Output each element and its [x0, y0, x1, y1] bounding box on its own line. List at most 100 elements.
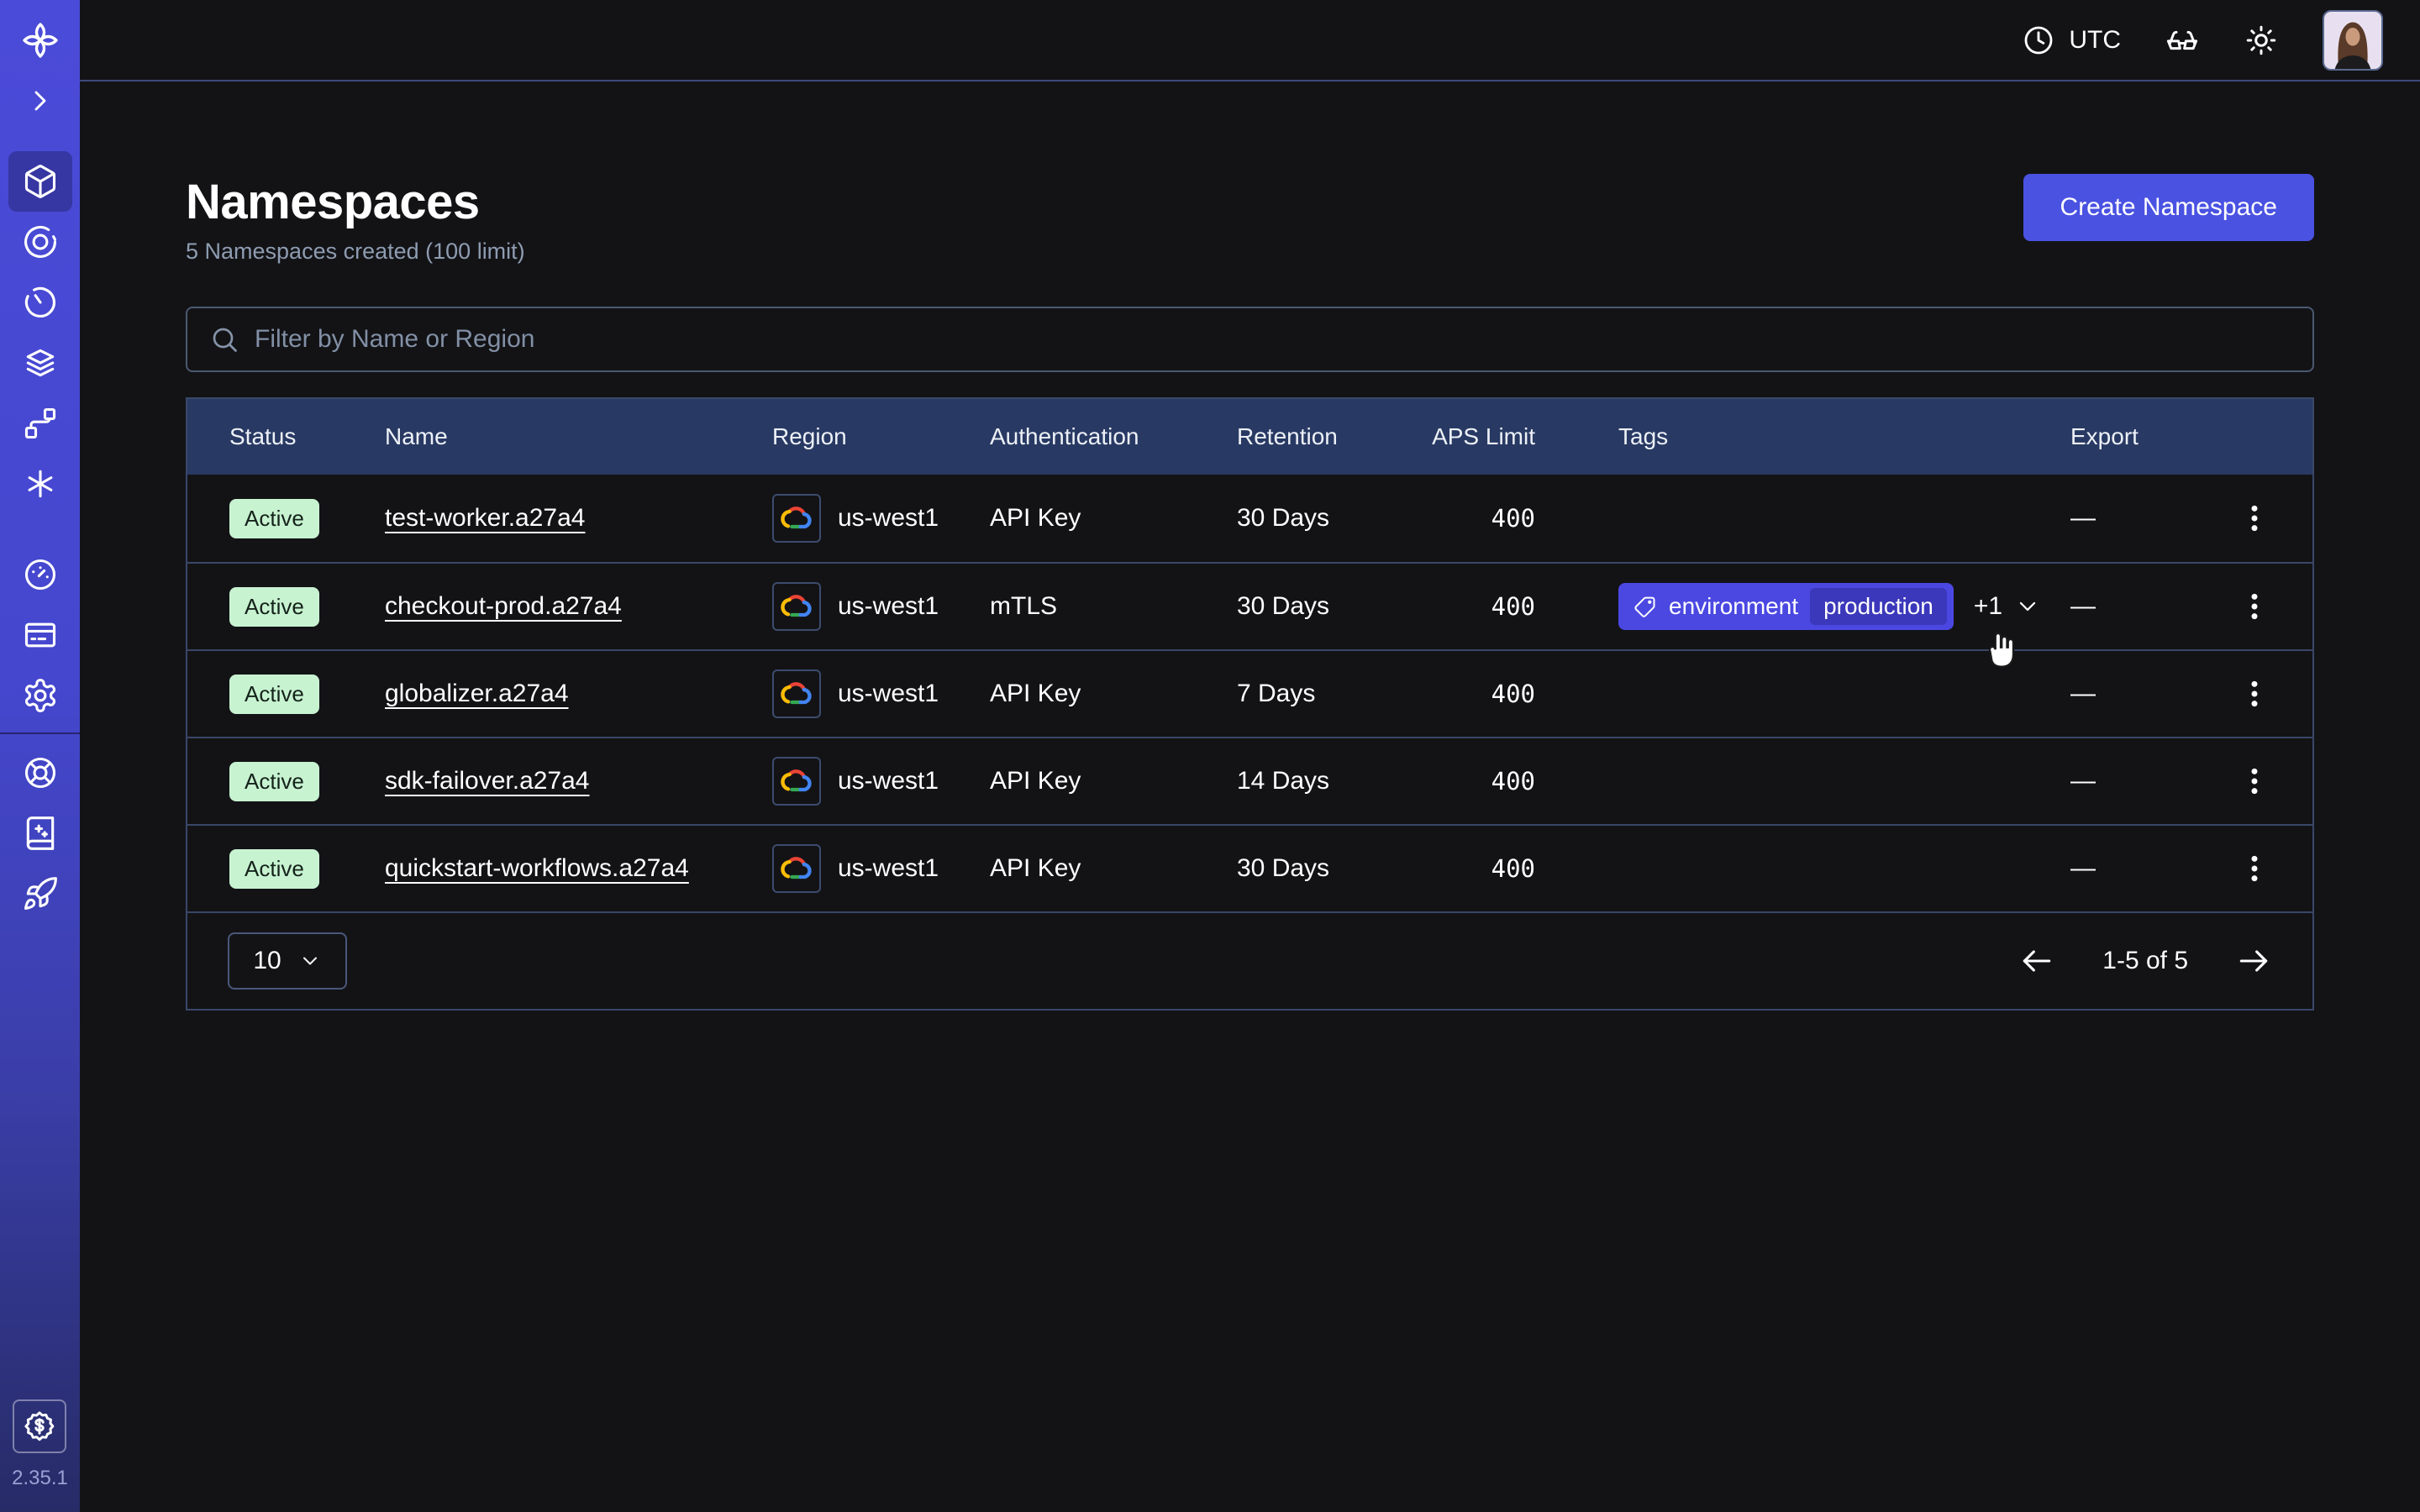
- layers-icon: [22, 344, 59, 381]
- table-row: Active checkout-prod.a27a4 us-west1 mTLS…: [187, 562, 2312, 649]
- sidebar: 2.35.1: [0, 0, 80, 1512]
- namespace-link[interactable]: checkout-prod.a27a4: [385, 592, 622, 620]
- timezone-label: UTC: [2069, 26, 2121, 55]
- region-label: us-west1: [838, 854, 939, 883]
- status-badge: Active: [229, 587, 319, 627]
- clock-icon: [2022, 24, 2055, 57]
- app-version: 2.35.1: [12, 1467, 68, 1490]
- row-menu-button[interactable]: [2196, 677, 2312, 711]
- sidebar-item-services[interactable]: [8, 454, 72, 514]
- auth-value: API Key: [990, 767, 1237, 795]
- auth-value: API Key: [990, 854, 1237, 883]
- sidebar-item-nexus[interactable]: [8, 393, 72, 454]
- sidebar-item-deployments[interactable]: [8, 333, 72, 393]
- col-region: Region: [772, 423, 990, 450]
- page-range-label: 1-5 of 5: [2102, 947, 2188, 975]
- topbar: UTC: [80, 0, 2420, 81]
- sidebar-expand-button[interactable]: [24, 84, 57, 118]
- asterisk-icon: [22, 465, 59, 502]
- sidebar-item-namespaces[interactable]: [8, 151, 72, 212]
- table-footer: 10 1-5 of 5: [187, 911, 2312, 1009]
- gauge-icon: [22, 556, 59, 593]
- glasses-icon: [2165, 23, 2200, 58]
- sidebar-item-getting-started[interactable]: [8, 864, 72, 924]
- tags-expand-button[interactable]: +1: [1974, 592, 2041, 621]
- namespaces-table: Status Name Region Authentication Retent…: [186, 397, 2314, 1011]
- sidebar-item-insights[interactable]: [8, 212, 72, 272]
- status-badge: Active: [229, 499, 319, 538]
- region-label: us-west1: [838, 680, 939, 708]
- gcp-icon: [772, 844, 821, 893]
- kebab-icon: [2238, 764, 2271, 798]
- chevron-down-icon: [2014, 593, 2041, 620]
- create-namespace-button[interactable]: Create Namespace: [2023, 174, 2314, 241]
- sidebar-item-billing[interactable]: [8, 605, 72, 665]
- table-row: Active sdk-failover.a27a4 us-west1 API K…: [187, 737, 2312, 824]
- main-content: Namespaces 5 Namespaces created (100 lim…: [80, 83, 2420, 1512]
- namespace-link[interactable]: quickstart-workflows.a27a4: [385, 854, 689, 882]
- billing-card-icon: [22, 617, 59, 654]
- kebab-icon: [2238, 501, 2271, 535]
- namespace-link[interactable]: globalizer.a27a4: [385, 680, 569, 707]
- table-row: Active globalizer.a27a4 us-west1 API Key…: [187, 649, 2312, 737]
- timezone-selector[interactable]: UTC: [2022, 24, 2121, 57]
- retention-value: 30 Days: [1237, 592, 1430, 621]
- sidebar-divider: [0, 732, 80, 734]
- table-row: Active quickstart-workflows.a27a4 us-wes…: [187, 824, 2312, 911]
- sidebar-item-schedules[interactable]: [8, 272, 72, 333]
- page-size-select[interactable]: 10: [228, 932, 347, 990]
- auth-value: mTLS: [990, 592, 1237, 621]
- region-label: us-west1: [838, 592, 939, 621]
- gcp-icon: [772, 757, 821, 806]
- row-menu-button[interactable]: [2196, 501, 2312, 535]
- row-menu-button[interactable]: [2196, 590, 2312, 623]
- iris-icon: [22, 223, 59, 260]
- feedback-button[interactable]: [2165, 23, 2200, 58]
- timer-icon: [22, 284, 59, 321]
- page-size-value: 10: [253, 947, 281, 975]
- user-avatar[interactable]: [2323, 10, 2383, 71]
- arrow-right-icon: [2235, 942, 2272, 979]
- row-menu-button[interactable]: [2196, 764, 2312, 798]
- export-value: —: [2070, 592, 2196, 621]
- prev-page-button[interactable]: [2018, 942, 2055, 979]
- tag-key: environment: [1669, 593, 1798, 620]
- table-header-row: Status Name Region Authentication Retent…: [187, 399, 2312, 475]
- gcp-icon: [772, 669, 821, 718]
- page-title: Namespaces: [186, 174, 525, 230]
- support-wheel-icon: [22, 754, 59, 791]
- export-value: —: [2070, 854, 2196, 883]
- sidebar-item-usage[interactable]: [8, 544, 72, 605]
- namespace-link[interactable]: sdk-failover.a27a4: [385, 767, 590, 795]
- aps-value: 400: [1430, 680, 1535, 708]
- retention-value: 30 Days: [1237, 854, 1430, 883]
- gear-icon: [22, 677, 59, 714]
- theme-toggle-button[interactable]: [2244, 23, 2279, 58]
- sidebar-item-docs[interactable]: [8, 803, 72, 864]
- tag-chip[interactable]: environment production: [1618, 583, 1954, 630]
- page-subtitle: 5 Namespaces created (100 limit): [186, 239, 525, 265]
- kebab-icon: [2238, 590, 2271, 623]
- credits-badge-icon: [22, 1409, 57, 1444]
- status-badge: Active: [229, 849, 319, 889]
- region-label: us-west1: [838, 767, 939, 795]
- retention-value: 14 Days: [1237, 767, 1430, 795]
- sidebar-item-settings[interactable]: [8, 665, 72, 726]
- docs-book-icon: [22, 815, 59, 852]
- namespace-link[interactable]: test-worker.a27a4: [385, 504, 585, 532]
- sidebar-item-support[interactable]: [8, 743, 72, 803]
- filter-input[interactable]: [255, 325, 2291, 354]
- status-badge: Active: [229, 675, 319, 714]
- col-authentication: Authentication: [990, 423, 1237, 450]
- rocket-icon: [22, 875, 59, 912]
- chevron-down-icon: [298, 949, 322, 973]
- credits-button[interactable]: [13, 1399, 66, 1453]
- arrow-left-icon: [2018, 942, 2055, 979]
- auth-value: API Key: [990, 504, 1237, 533]
- row-menu-button[interactable]: [2196, 852, 2312, 885]
- col-tags: Tags: [1535, 423, 2070, 450]
- aps-value: 400: [1430, 767, 1535, 795]
- search-icon: [209, 324, 239, 354]
- kebab-icon: [2238, 852, 2271, 885]
- next-page-button[interactable]: [2235, 942, 2272, 979]
